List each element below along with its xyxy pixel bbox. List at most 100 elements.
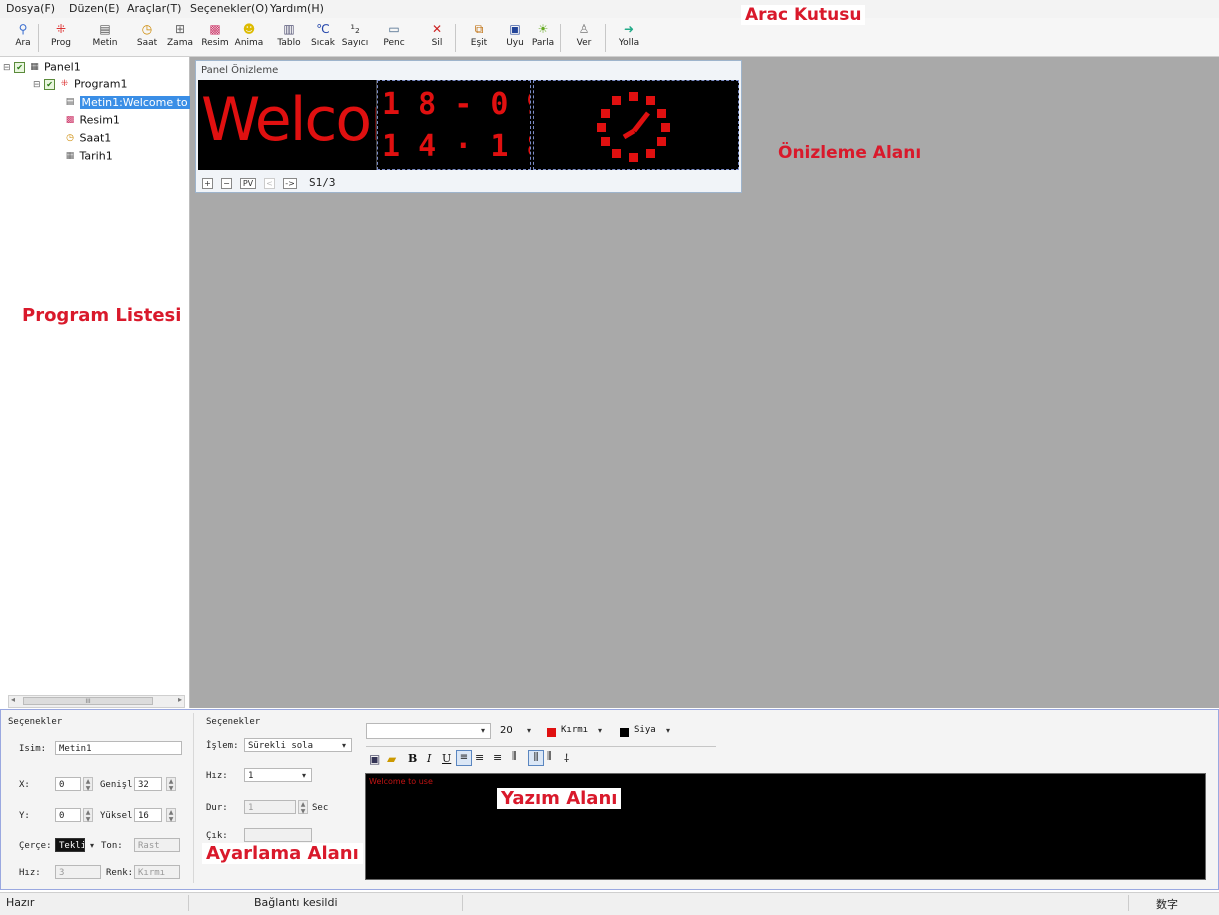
x-input[interactable]: 0 [55, 777, 81, 791]
led-clock-zone[interactable] [533, 80, 739, 170]
tree-node-date[interactable]: ▦ Tarih1 [64, 149, 113, 163]
toolbar-button-penc[interactable]: ▭ Penc [377, 20, 411, 54]
led-display: Welcor 1 8 - 0 9 - 1 4 · 1 8 · [198, 80, 739, 170]
font-family-select[interactable]: ▾ [366, 723, 491, 739]
open-icon[interactable]: ▰ [387, 752, 396, 766]
italic-button[interactable]: I [427, 752, 431, 765]
scroll-thumb[interactable]: III [23, 697, 153, 705]
toolbar-button-prog[interactable]: ⁜ Prog [44, 20, 78, 54]
tree-label: Resim1 [79, 113, 120, 127]
led-date-top: 1 8 - 0 9 - [382, 87, 530, 122]
previous-page-button[interactable]: < [264, 178, 275, 189]
align-left-icon[interactable]: ≡ [456, 750, 472, 766]
name-input[interactable]: Metin1 [55, 741, 182, 755]
height-input[interactable]: 16 [134, 808, 162, 822]
spacing-icon[interactable]: ⸸ [564, 751, 569, 766]
chevron-down-icon[interactable]: ▾ [87, 841, 97, 850]
picture-icon: ▩ [209, 22, 221, 36]
tone-select[interactable]: Rast [134, 838, 180, 852]
speed-select[interactable]: 3 [55, 865, 101, 879]
font-size-select[interactable]: 20 [500, 725, 513, 736]
underline-button[interactable]: U [442, 752, 451, 765]
y-spinner[interactable]: ▲ ▼ [83, 808, 93, 823]
toolbar-label: Zama [167, 38, 193, 48]
valign-top-icon[interactable]: ⫼ [512, 751, 517, 762]
exit-select[interactable] [244, 828, 312, 842]
toolbar-label: Eşit [470, 38, 488, 48]
settings-title: Seçenekler [8, 717, 63, 727]
chevron-down-icon[interactable]: ▾ [595, 726, 605, 735]
tree-horizontal-scrollbar[interactable]: ◂ III ▸ [8, 695, 185, 708]
toolbar-button-sayıcı[interactable]: ¹₂ Sayıcı [338, 20, 372, 54]
border-select[interactable]: Tekli [55, 838, 85, 852]
scroll-left-icon[interactable]: ◂ [11, 695, 15, 704]
text-editor-area[interactable]: Welcome to use [365, 773, 1206, 880]
toolbar-button-metin[interactable]: ▤ Metin [88, 20, 122, 54]
preview-button[interactable]: PV [240, 178, 256, 189]
align-center-icon[interactable]: ≡ [475, 751, 484, 764]
tree-node-panel[interactable]: ⊟ ✔ ▦ Panel1 [3, 60, 81, 74]
stay-input[interactable]: 1 [244, 800, 296, 814]
equal-icon: ⧉ [474, 22, 484, 36]
valign-bottom-icon[interactable]: ⫼ [547, 751, 552, 762]
checkbox-icon[interactable]: ✔ [44, 78, 56, 90]
action-select[interactable]: Sürekli sola [244, 738, 352, 752]
program-icon: ⁜ [55, 22, 67, 36]
chevron-down-icon[interactable]: ▾ [299, 771, 309, 780]
toolbar-button-saat[interactable]: ◷ Saat [130, 20, 164, 54]
toolbar-button-ver[interactable]: ♙ Ver [567, 20, 601, 54]
menu-options[interactable]: Seçenekler(O) [190, 2, 268, 15]
toolbar-button-yolla[interactable]: ➜ Yolla [612, 20, 646, 54]
chevron-down-icon[interactable]: ▾ [339, 741, 349, 750]
toolbar-label: Metin [92, 38, 118, 48]
toolbar-button-eşit[interactable]: ⧉ Eşit [462, 20, 496, 54]
toolbar-label: Ver [576, 38, 592, 48]
align-right-icon[interactable]: ≡ [493, 751, 502, 764]
scroll-right-icon[interactable]: ▸ [178, 695, 182, 704]
bg-color-select[interactable]: Siya [634, 725, 656, 735]
chevron-down-icon[interactable]: ▾ [478, 726, 488, 735]
height-spinner[interactable]: ▲ ▼ [166, 808, 176, 823]
chevron-down-icon[interactable]: ▾ [524, 726, 534, 735]
width-spinner[interactable]: ▲ ▼ [166, 777, 176, 792]
led-text-zone[interactable]: Welcor [198, 80, 377, 170]
toolbar-button-parla[interactable]: ☀ Parla [526, 20, 560, 54]
menu-file[interactable]: Dosya(F) [6, 2, 55, 15]
width-input[interactable]: 32 [134, 777, 162, 791]
menu-help[interactable]: Yardım(H) [270, 2, 324, 15]
led-date-zone[interactable]: 1 8 - 0 9 - 1 4 · 1 8 · [377, 80, 531, 170]
tree-node-program[interactable]: ⊟ ✔ ⁜ Program1 [33, 77, 127, 91]
text-color-select[interactable]: Kırmı [561, 725, 588, 735]
tree-label: Program1 [74, 77, 128, 91]
checkbox-icon[interactable]: ✔ [14, 61, 26, 73]
chevron-down-icon[interactable]: ▾ [663, 726, 673, 735]
stay-spinner[interactable]: ▲ ▼ [298, 800, 308, 815]
status-divider [188, 895, 189, 911]
valign-middle-icon[interactable]: ⫼ [528, 750, 544, 766]
tree-node-text[interactable]: ▤ Metin1:Welcome to [64, 95, 190, 109]
toolbar-button-zama[interactable]: ⊞ Zama [163, 20, 197, 54]
toolbar-button-resim[interactable]: ▩ Resim [198, 20, 232, 54]
toolbar-button-sıcak[interactable]: ℃ Sıcak [306, 20, 340, 54]
toolbar-button-anima[interactable]: ☻ Anima [232, 20, 266, 54]
menu-edit[interactable]: Düzen(E) [69, 2, 120, 15]
x-spinner[interactable]: ▲ ▼ [83, 777, 93, 792]
led-text: Welcor [201, 85, 377, 155]
save-icon[interactable]: ▣ [369, 752, 380, 766]
tree-node-clock[interactable]: ◷ Saat1 [64, 131, 111, 145]
menu-tools[interactable]: Araçlar(T) [127, 2, 181, 15]
bold-button[interactable]: B [408, 752, 417, 765]
zoom-out-button[interactable]: − [221, 178, 232, 189]
status-mode: 数字 [1156, 898, 1178, 911]
toolbar-button-tablo[interactable]: ▥ Tablo [272, 20, 306, 54]
program-tree: ⊟ ✔ ▦ Panel1 ⊟ ✔ ⁜ Program1 ▤ Metin1:Wel… [0, 57, 190, 708]
color-select[interactable]: Kırmı [134, 865, 180, 879]
toolbar-button-ara[interactable]: ⚲ Ara [6, 20, 40, 54]
toolbar-separator [560, 24, 561, 52]
toolbar-label: Saat [136, 38, 158, 48]
toolbar-button-sil[interactable]: ✕ Sil [420, 20, 454, 54]
tree-node-picture[interactable]: ▩ Resim1 [64, 113, 120, 127]
y-input[interactable]: 0 [55, 808, 81, 822]
next-page-button[interactable]: -> [283, 178, 297, 189]
zoom-in-button[interactable]: + [202, 178, 213, 189]
